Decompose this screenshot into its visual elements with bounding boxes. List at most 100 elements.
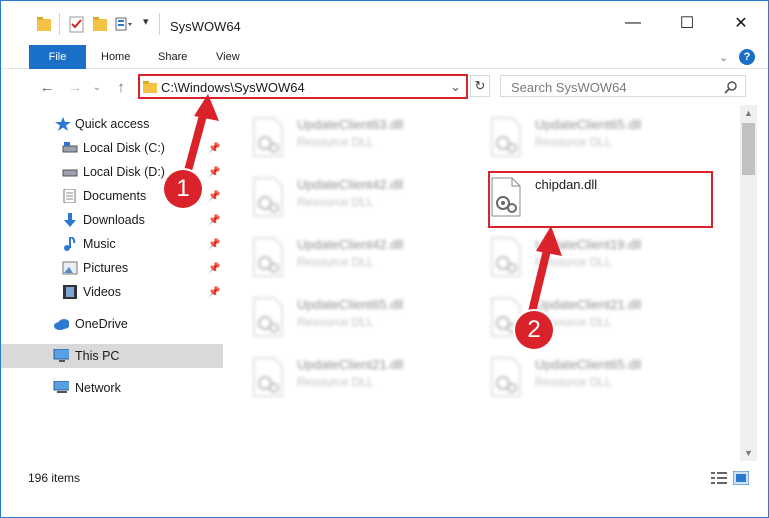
up-button[interactable]: ↑: [111, 77, 131, 97]
file-item[interactable]: UpdateClient21.dll Resource DLL: [231, 351, 461, 401]
dll-file-icon: [253, 177, 283, 217]
scroll-thumb[interactable]: [742, 123, 755, 175]
file-type: Resource DLL: [297, 255, 374, 269]
qa-dropdown-icon[interactable]: ▾: [143, 15, 149, 33]
drive-icon: [62, 169, 78, 177]
vertical-scrollbar[interactable]: ▲ ▼: [740, 105, 757, 461]
file-item[interactable]: UpdateClient65.dll Resource DLL: [231, 291, 461, 341]
large-icons-view-icon[interactable]: [733, 471, 749, 485]
ribbon-expand-icon[interactable]: ⌄: [719, 45, 728, 69]
tab-view[interactable]: View: [216, 45, 240, 69]
tab-share[interactable]: Share: [158, 45, 187, 69]
ribbon-tabs: File Home Share View ⌄ ?: [1, 45, 768, 69]
sidebar-item-label: Network: [75, 381, 121, 395]
back-button[interactable]: ←: [37, 77, 57, 97]
sidebar-item-videos[interactable]: Videos 📌: [1, 280, 223, 304]
sidebar-item-label: Pictures: [83, 261, 129, 275]
details-view-icon[interactable]: [711, 471, 727, 485]
sidebar-item-label: OneDrive: [75, 317, 128, 331]
refresh-button[interactable]: ↻: [470, 75, 490, 97]
file-item[interactable]: UpdateClient42.dll Resource DLL: [231, 171, 461, 221]
videos-icon: [63, 285, 77, 299]
navigation-pane: Quick access Local Disk (C:) 📌 Local Dis…: [1, 105, 225, 461]
file-name: UpdateClient65.dll: [535, 357, 642, 372]
step-badge-1: 1: [164, 170, 202, 208]
pin-icon[interactable]: 📌: [208, 167, 220, 178]
pin-icon[interactable]: 📌: [208, 239, 220, 250]
sidebar-item-this-pc[interactable]: This PC: [1, 344, 223, 368]
new-folder-icon[interactable]: [93, 15, 107, 33]
search-input[interactable]: Search SysWOW64: [500, 75, 746, 97]
recent-locations-button[interactable]: ⌄: [87, 77, 107, 97]
file-type: Resource DLL: [535, 375, 612, 389]
forward-button[interactable]: →: [65, 77, 85, 97]
pin-icon[interactable]: 📌: [208, 143, 220, 154]
file-item[interactable]: UpdateClient21.dll Resource DLL: [469, 291, 699, 341]
dll-file-icon: [491, 237, 521, 277]
properties-icon[interactable]: [69, 15, 85, 33]
file-item[interactable]: UpdateClient65.dll Resource DLL: [469, 111, 699, 161]
refresh-icon: ↻: [474, 78, 486, 93]
file-item[interactable]: UpdateClient19.dll Resource DLL: [469, 231, 699, 281]
title-bar: ▾ SysWOW64 — ☐ ✕: [1, 1, 768, 41]
help-icon[interactable]: ?: [739, 49, 755, 65]
minimize-button[interactable]: —: [611, 9, 655, 37]
file-name: UpdateClient65.dll: [297, 297, 404, 312]
file-name: UpdateClient21.dll: [535, 297, 642, 312]
sidebar-item-label: Documents: [83, 189, 147, 203]
documents-icon: [63, 189, 76, 203]
folder-icon: [143, 81, 157, 93]
file-name: UpdateClient42.dll: [297, 237, 404, 252]
sidebar-item-pictures[interactable]: Pictures 📌: [1, 256, 223, 280]
folder-icon[interactable]: [37, 15, 51, 33]
sidebar-item-quick-access[interactable]: Quick access: [1, 112, 223, 136]
file-type: Resource DLL: [535, 255, 612, 269]
customize-toolbar-icon[interactable]: [115, 15, 133, 33]
tab-home[interactable]: Home: [101, 45, 130, 69]
download-icon: [64, 213, 76, 227]
tab-file[interactable]: File: [29, 45, 86, 69]
pin-icon[interactable]: 📌: [208, 287, 220, 298]
search-icon: [724, 81, 737, 94]
maximize-icon: ☐: [679, 15, 695, 32]
step-badge-2: 2: [515, 311, 553, 349]
sidebar-item-onedrive[interactable]: OneDrive: [1, 312, 223, 336]
pictures-icon: [62, 261, 78, 275]
item-count: 196 items: [28, 471, 81, 485]
sidebar-item-downloads[interactable]: Downloads 📌: [1, 208, 223, 232]
pin-icon[interactable]: 📌: [208, 191, 220, 202]
computer-icon: [53, 349, 69, 362]
sidebar-item-network[interactable]: Network: [1, 376, 223, 400]
file-item[interactable]: UpdateClient63.dll Resource DLL: [231, 111, 461, 161]
file-name: UpdateClient42.dll: [297, 177, 404, 192]
close-button[interactable]: ✕: [719, 9, 763, 37]
sidebar-item-local-disk-c[interactable]: Local Disk (C:) 📌: [1, 136, 223, 160]
file-item[interactable]: UpdateClient42.dll Resource DLL: [231, 231, 461, 281]
file-type: Resource DLL: [297, 195, 374, 209]
minimize-icon: —: [625, 14, 641, 31]
file-type: Resource DLL: [297, 135, 374, 149]
file-type: Resource DLL: [535, 135, 612, 149]
pin-icon[interactable]: 📌: [208, 263, 220, 274]
scroll-down-icon[interactable]: ▼: [740, 445, 757, 461]
title-divider: [159, 13, 160, 35]
close-icon: ✕: [734, 15, 748, 32]
chevron-down-icon: ⌄: [92, 81, 102, 93]
maximize-button[interactable]: ☐: [665, 9, 709, 37]
file-type: Resource DLL: [297, 315, 374, 329]
dll-file-icon: [253, 297, 283, 337]
file-name: UpdateClient21.dll: [297, 357, 404, 372]
pin-icon[interactable]: 📌: [208, 215, 220, 226]
file-list: UpdateClient63.dll Resource DLL UpdateCl…: [231, 105, 739, 455]
scroll-up-icon[interactable]: ▲: [740, 105, 757, 121]
dll-file-icon: [253, 237, 283, 277]
sidebar-item-music[interactable]: Music 📌: [1, 232, 223, 256]
address-dropdown-icon[interactable]: ⌄: [450, 79, 461, 95]
network-icon: [53, 381, 69, 393]
up-arrow-icon: ↑: [117, 78, 125, 96]
address-bar[interactable]: C:\Windows\SysWOW64 ⌄: [138, 74, 468, 99]
address-path: C:\Windows\SysWOW64: [161, 80, 305, 95]
file-item[interactable]: UpdateClient65.dll Resource DLL: [469, 351, 699, 401]
file-type: Resource DLL: [297, 375, 374, 389]
sidebar-item-label: Downloads: [83, 213, 145, 227]
